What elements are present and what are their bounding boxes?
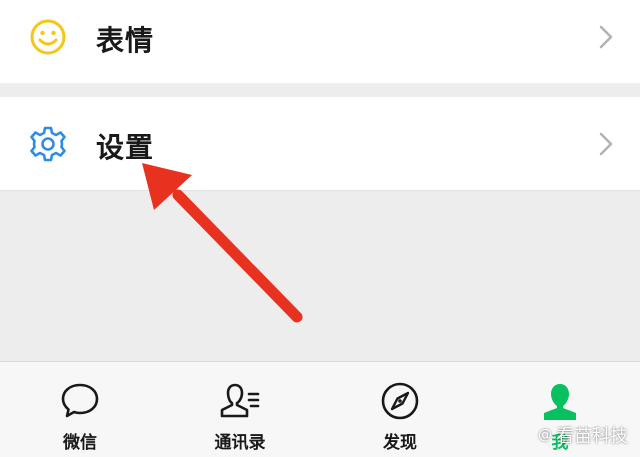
chevron-right-icon <box>599 132 613 156</box>
chevron-right-icon <box>599 25 613 49</box>
tab-chats-label: 微信 <box>63 433 97 453</box>
tab-discover[interactable]: 发现 <box>320 362 480 457</box>
contacts-icon <box>220 383 260 418</box>
person-icon <box>544 384 576 420</box>
tab-contacts-label: 通讯录 <box>214 433 266 453</box>
smiley-icon <box>30 19 66 55</box>
menu-row-emoji[interactable]: 表情 <box>0 0 640 83</box>
menu-row-settings-label: 设置 <box>96 131 155 164</box>
compass-icon <box>381 382 419 420</box>
chat-bubble-icon <box>61 383 99 418</box>
watermark-logo: @ <box>538 427 552 443</box>
tab-contacts[interactable]: 通讯录 <box>160 362 320 457</box>
tab-chats[interactable]: 微信 <box>0 362 160 457</box>
menu-row-settings[interactable]: 设置 <box>0 97 640 191</box>
watermark-text: 看苗科技 <box>556 426 628 447</box>
menu-row-emoji-label: 表情 <box>96 24 155 57</box>
tab-discover-label: 发现 <box>383 433 417 453</box>
watermark: @ 看苗科技 <box>538 422 628 448</box>
gear-icon <box>30 126 66 162</box>
